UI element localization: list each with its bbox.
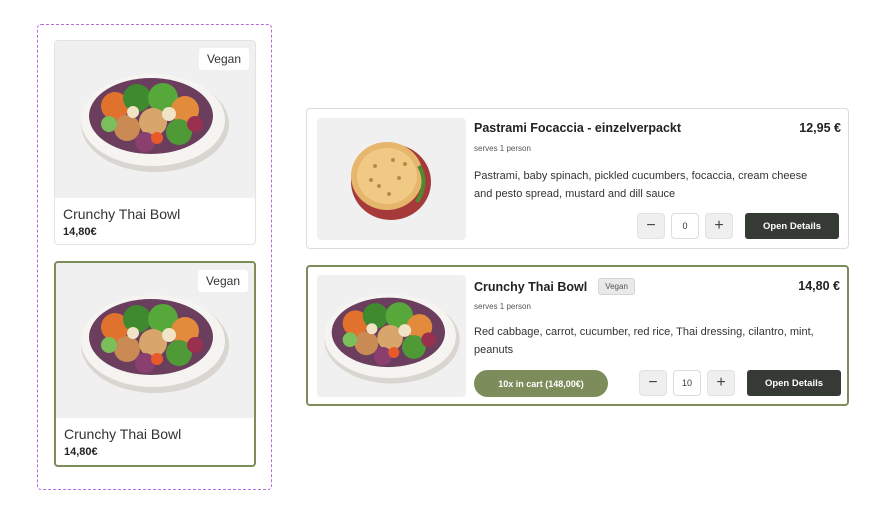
vegan-badge: Vegan — [598, 278, 635, 295]
increment-button[interactable]: + — [705, 213, 733, 239]
product-image: Vegan — [55, 41, 255, 198]
product-image — [317, 118, 466, 240]
item-title-text: Crunchy Thai Bowl — [474, 279, 588, 294]
decrement-button[interactable]: − — [639, 370, 667, 396]
item-title: Pastrami Focaccia - einzelverpackt — [474, 121, 681, 135]
item-price: 12,95 € — [799, 121, 841, 135]
in-cart-button[interactable]: 10x in cart (148,00€) — [474, 370, 608, 397]
quantity-field[interactable]: 10 — [673, 370, 701, 396]
item-title-text: Pastrami Focaccia - einzelverpackt — [474, 121, 682, 135]
item-serves: serves 1 person — [474, 144, 531, 153]
item-serves: serves 1 person — [474, 302, 531, 311]
quantity-stepper: − 10 + — [639, 370, 735, 396]
product-image — [317, 275, 466, 397]
product-name: Crunchy Thai Bowl — [63, 206, 181, 222]
item-description: Pastrami, baby spinach, pickled cucumber… — [474, 170, 808, 200]
list-item-selected: Crunchy Thai Bowl Vegan 14,80 € serves 1… — [306, 265, 849, 406]
product-price: 14,80€ — [63, 226, 97, 238]
product-price: 14,80€ — [64, 446, 98, 458]
vegan-tag: Vegan — [198, 48, 249, 70]
quantity-stepper: − 0 + — [637, 213, 733, 239]
product-card[interactable]: Vegan Crunchy Thai Bowl 14,80€ — [54, 40, 256, 245]
item-title: Crunchy Thai Bowl Vegan — [474, 278, 635, 295]
open-details-button[interactable]: Open Details — [747, 370, 841, 396]
item-price: 14,80 € — [798, 279, 840, 293]
decrement-button[interactable]: − — [637, 213, 665, 239]
product-card-selected[interactable]: Vegan Crunchy Thai Bowl 14,80€ — [54, 261, 256, 467]
product-name: Crunchy Thai Bowl — [64, 426, 182, 442]
list-item: Pastrami Focaccia - einzelverpackt 12,95… — [306, 108, 849, 249]
vegan-tag: Vegan — [197, 270, 248, 292]
product-image: Vegan — [56, 263, 254, 418]
quantity-field[interactable]: 0 — [671, 213, 699, 239]
item-description: Red cabbage, carrot, cucumber, red rice,… — [474, 326, 814, 356]
variants-frame: Vegan Crunchy Thai Bowl 14,80€ Vegan Cru… — [37, 24, 272, 490]
open-details-button[interactable]: Open Details — [745, 213, 839, 239]
increment-button[interactable]: + — [707, 370, 735, 396]
